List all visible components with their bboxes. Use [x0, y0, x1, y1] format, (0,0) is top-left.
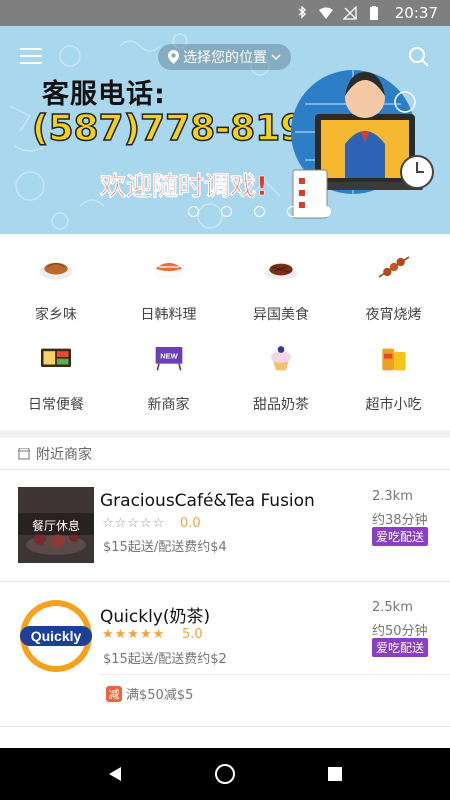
discount-tag: 减 — [106, 685, 122, 702]
rating-score: 0.0 — [180, 516, 201, 531]
merchant-card[interactable]: Quickly Quickly(奶茶) ★★★★★ 5.0 $15起送/配送费约… — [0, 582, 450, 726]
rating-score: 5.0 — [182, 627, 203, 642]
closed-overlay: 餐厅休息 — [31, 519, 80, 533]
rating-stars: ☆☆☆☆☆ — [102, 516, 166, 531]
snacks-icon — [381, 348, 406, 371]
bluetooth-icon — [298, 6, 306, 19]
home-button[interactable] — [213, 762, 237, 786]
carousel-dot[interactable] — [286, 206, 298, 217]
location-selector[interactable]: 选择您的位置 — [158, 44, 291, 70]
promo-banner[interactable]: 选择您的位置 客服电话: (587)778-8198 欢迎随时调戏! — [0, 26, 450, 234]
chevron-down-icon — [271, 54, 281, 61]
merchant-fees: $15起送/配送费约$4 — [103, 540, 227, 555]
home-circle-icon — [215, 764, 235, 784]
merchant-fees: $15起送/配送费约$2 — [103, 652, 227, 667]
category-item[interactable]: NEW 新商家 — [113, 324, 225, 414]
customer-service-illustration — [291, 70, 434, 219]
merchant-distance: 2.5km — [372, 600, 413, 615]
category-label: 家乡味 — [35, 307, 77, 323]
new-sign-icon: NEW — [155, 347, 182, 371]
battery-icon — [369, 6, 378, 20]
category-item[interactable]: 日韩料理 — [113, 234, 225, 324]
category-label: 甜品奶茶 — [253, 397, 309, 413]
skewer-icon — [378, 256, 409, 278]
no-signal-icon — [342, 6, 357, 20]
delivery-badge: 爱吃配送 — [372, 638, 429, 657]
section-divider — [0, 430, 450, 438]
location-label: 选择您的位置 — [183, 50, 267, 66]
banner-tagline: 欢迎随时调戏! — [100, 172, 268, 203]
carousel-dot[interactable] — [253, 206, 265, 217]
category-label: 超市小吃 — [365, 397, 422, 413]
promo-line: 减 满$50减$5 — [106, 684, 193, 703]
back-triangle-icon — [109, 767, 121, 781]
rating-stars: ★★★★★ — [102, 627, 166, 642]
category-item[interactable]: 超市小吃 — [338, 324, 450, 414]
system-nav-bar — [0, 748, 450, 800]
logo-text: Quickly — [31, 628, 82, 644]
status-bar: 20:37 — [0, 0, 450, 26]
category-label: 日韩料理 — [140, 307, 197, 323]
merchant-name: Quickly(奶茶) — [100, 607, 211, 627]
bento-icon — [41, 348, 71, 367]
carousel-indicators — [0, 206, 450, 217]
merchant-distance: 2.3km — [372, 489, 413, 504]
steak-icon — [264, 263, 298, 280]
carousel-dot[interactable] — [220, 206, 232, 217]
category-item[interactable]: 甜品奶茶 — [225, 324, 337, 414]
back-button[interactable] — [103, 762, 127, 786]
svg-text:NEW: NEW — [160, 352, 178, 361]
category-label: 异国美食 — [253, 307, 309, 323]
recents-button[interactable] — [323, 762, 347, 786]
quickly-logo: Quickly — [20, 600, 92, 672]
recents-square-icon — [328, 767, 342, 781]
category-grid: 家乡味 日韩料理 异国美食 夜宵烧烤日常便餐 NEW 新商家 甜品奶茶 超市小吃 — [0, 234, 450, 430]
category-label: 新商家 — [147, 397, 190, 413]
wifi-icon — [318, 7, 333, 19]
category-item[interactable]: 日常便餐 — [0, 324, 112, 414]
merchant-eta: 约38分钟 — [372, 513, 428, 528]
merchant-card[interactable]: 餐厅休息 GraciousCafé&Tea Fusion ☆☆☆☆☆ 0.0 $… — [0, 471, 450, 581]
merchant-photo: 餐厅休息 — [18, 487, 94, 563]
category-label: 夜宵烧烤 — [365, 307, 422, 323]
carousel-dot[interactable] — [187, 206, 199, 217]
delivery-badge: 爱吃配送 — [372, 527, 429, 546]
category-item[interactable]: 异国美食 — [225, 234, 337, 324]
merchant-eta: 约50分钟 — [372, 624, 428, 639]
nearby-title: 附近商家 — [36, 446, 92, 463]
merchant-logo: Quickly — [18, 598, 94, 674]
sushi-icon — [153, 262, 184, 279]
menu-button[interactable] — [20, 48, 42, 64]
row-divider — [0, 726, 450, 727]
cupcake-icon — [271, 346, 291, 371]
row-separator — [100, 674, 450, 675]
merchant-name: GraciousCafé&Tea Fusion — [100, 491, 315, 511]
category-item[interactable]: 夜宵烧烤 — [338, 234, 450, 324]
nearby-header: 附近商家 — [0, 438, 450, 470]
clock: 20:37 — [394, 4, 438, 22]
store-icon — [18, 447, 30, 460]
promo-text: 满$50减$5 — [126, 688, 194, 703]
category-label: 日常便餐 — [28, 397, 84, 413]
carousel-dot[interactable] — [319, 206, 331, 217]
category-item[interactable]: 家乡味 — [0, 234, 112, 324]
noodle-dish-icon — [39, 262, 73, 280]
banner-headline: 客服电话: — [42, 79, 166, 110]
location-pin-icon — [168, 50, 179, 64]
